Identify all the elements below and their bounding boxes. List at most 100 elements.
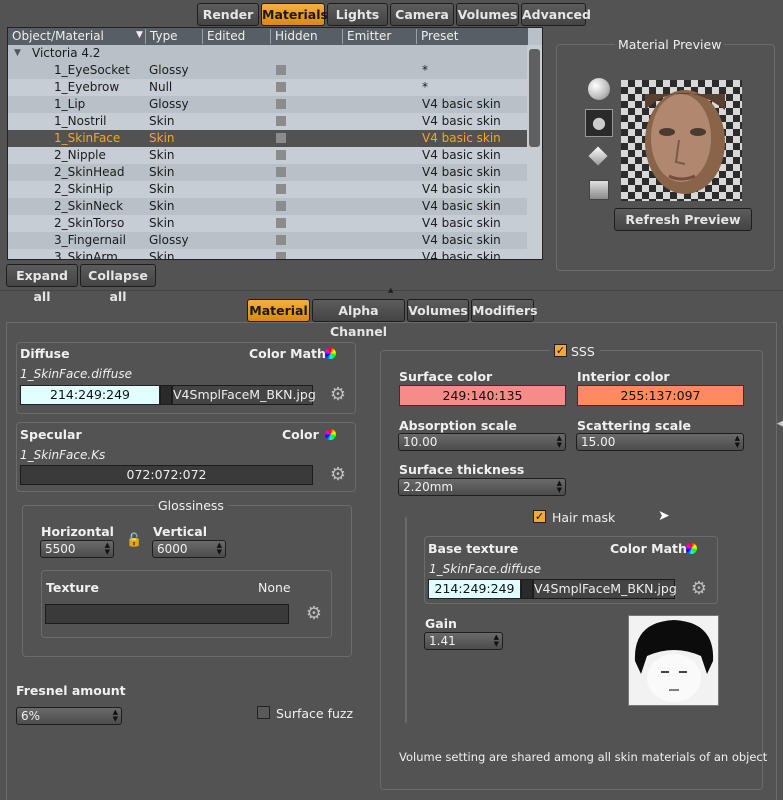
hair-mask-thumbnail: [628, 615, 719, 706]
table-row[interactable]: 1_Eyebrow Null *: [8, 79, 528, 96]
color-wheel-icon[interactable]: [325, 348, 336, 359]
hidden-checkbox[interactable]: [276, 218, 286, 228]
table-row-group[interactable]: ▼ Victoria 4.2: [8, 45, 528, 62]
surface-fuzz-checkbox[interactable]: [257, 706, 270, 719]
col-emitter[interactable]: Emitter: [342, 29, 416, 44]
base-texture-file-field[interactable]: V4SmplFaceM_BKN.jpg: [533, 579, 677, 599]
subtab-alpha-channel[interactable]: Alpha Channel: [312, 299, 405, 339]
spinner-arrows-icon[interactable]: ▲ ▼: [105, 542, 110, 556]
subtab-material[interactable]: Material: [247, 299, 310, 322]
hidden-checkbox[interactable]: [276, 184, 286, 194]
spinner-arrows-icon[interactable]: ▲ ▼: [217, 542, 222, 556]
col-hidden[interactable]: Hidden: [270, 29, 344, 44]
hair-mask-image-icon: [629, 616, 718, 705]
gain-spinner[interactable]: 1.41 ▲ ▼: [424, 632, 503, 650]
thickness-spinner[interactable]: 2.20mm ▲ ▼: [398, 478, 566, 496]
col-edited[interactable]: Edited: [202, 29, 272, 44]
table-row[interactable]: 3_Fingernail Glossy V4 basic skin: [8, 232, 528, 249]
expand-all-button[interactable]: Expand all: [6, 264, 78, 304]
tab-volumes[interactable]: Volumes: [456, 3, 519, 26]
diffuse-color-picker[interactable]: [160, 385, 172, 405]
collapse-all-button[interactable]: Collapse all: [80, 264, 156, 304]
hidden-checkbox[interactable]: [276, 201, 286, 211]
row-name: 1_Lip: [54, 97, 86, 111]
figure-preview-icon[interactable]: ●: [585, 109, 613, 137]
spinner-arrows-icon[interactable]: ▲ ▼: [557, 435, 562, 449]
spinner-arrows-icon[interactable]: ▲ ▼: [557, 480, 562, 494]
col-preset[interactable]: Preset: [416, 29, 528, 44]
scroll-thumb[interactable]: [529, 49, 540, 147]
table-row[interactable]: 2_SkinHead Skin V4 basic skin: [8, 164, 528, 181]
hair-mask-checkbox[interactable]: ✓: [533, 510, 546, 523]
sort-arrow-icon[interactable]: ▼: [132, 30, 143, 45]
tab-advanced[interactable]: Advanced: [521, 3, 591, 26]
base-texture-color-field[interactable]: 214:249:249: [428, 579, 521, 599]
sss-label[interactable]: SSS: [571, 344, 595, 359]
splitter-handle[interactable]: ▲: [388, 287, 394, 294]
table-row[interactable]: 3_SkinArm Skin V4 basic skin: [8, 249, 528, 259]
hidden-checkbox[interactable]: [276, 65, 286, 75]
color-wheel-icon[interactable]: [686, 543, 697, 554]
diffuse-color-field[interactable]: 214:249:249: [20, 385, 160, 405]
surface-color-field[interactable]: 249:140:135: [399, 385, 566, 406]
spinner-arrows-icon[interactable]: ▲ ▼: [735, 435, 740, 449]
tab-camera[interactable]: Camera: [390, 3, 454, 26]
table-row[interactable]: 1_EyeSocket Glossy *: [8, 62, 528, 79]
specular-gear-icon[interactable]: ⚙: [329, 466, 347, 484]
hidden-checkbox[interactable]: [276, 82, 286, 92]
surface-fuzz-label[interactable]: Surface fuzz: [276, 706, 353, 721]
table-row[interactable]: 2_SkinHip Skin V4 basic skin: [8, 181, 528, 198]
diffuse-texture-field[interactable]: V4SmplFaceM_BKN.jpg: [172, 385, 316, 405]
base-texture-gear-icon[interactable]: ⚙: [690, 580, 708, 598]
tab-lights[interactable]: Lights: [327, 3, 388, 26]
expand-triangle-icon[interactable]: ▼: [14, 48, 21, 58]
col-type[interactable]: Type: [145, 29, 207, 44]
tab-materials[interactable]: Materials: [261, 3, 328, 26]
horizontal-spinner[interactable]: 5500 ▲ ▼: [40, 540, 114, 558]
gloss-texture-field[interactable]: [45, 604, 289, 624]
base-texture-color-picker[interactable]: [521, 579, 533, 599]
vertical-spinner[interactable]: 6000 ▲ ▼: [152, 540, 226, 558]
color-wheel-icon[interactable]: [325, 429, 336, 440]
collapse-arrow-icon[interactable]: ◀: [777, 419, 783, 429]
lock-icon[interactable]: 🔓: [126, 534, 142, 547]
diffuse-gear-icon[interactable]: ⚙: [329, 386, 347, 404]
table-row[interactable]: 1_Nostril Skin V4 basic skin: [8, 113, 528, 130]
sss-checkbox[interactable]: ✓: [554, 344, 567, 357]
table-row[interactable]: 1_Lip Glossy V4 basic skin: [8, 96, 528, 113]
hidden-checkbox[interactable]: [276, 235, 286, 245]
diffuse-mode-label[interactable]: Color Math: [249, 346, 326, 361]
plane-icon[interactable]: [589, 180, 609, 200]
hidden-checkbox[interactable]: [276, 167, 286, 177]
spinner-arrows-icon[interactable]: ▲ ▼: [494, 634, 499, 648]
fresnel-spinner[interactable]: 6% ▲ ▼: [16, 707, 122, 725]
absorption-spinner[interactable]: 10.00 ▲ ▼: [398, 433, 566, 451]
absorption-value: 10.00: [403, 435, 438, 449]
table-row[interactable]: 2_SkinNeck Skin V4 basic skin: [8, 198, 528, 215]
table-row[interactable]: 2_SkinTorso Skin V4 basic skin: [8, 215, 528, 232]
hidden-checkbox[interactable]: [276, 116, 286, 126]
hidden-checkbox[interactable]: [276, 150, 286, 160]
spinner-arrows-icon[interactable]: ▲ ▼: [113, 709, 118, 723]
tab-render[interactable]: Render: [197, 3, 259, 26]
scattering-spinner[interactable]: 15.00 ▲ ▼: [576, 433, 744, 451]
table-row[interactable]: 1_SkinFace Skin V4 basic skin: [8, 130, 528, 147]
base-texture-mode-label[interactable]: Color Math: [610, 541, 687, 556]
row-type: Null: [149, 80, 173, 94]
subtab-modifiers[interactable]: Modifiers: [471, 299, 538, 322]
table-row[interactable]: 2_Nipple Skin V4 basic skin: [8, 147, 528, 164]
table-scrollbar[interactable]: [527, 45, 542, 259]
sphere-icon[interactable]: [588, 78, 610, 100]
col-object-material[interactable]: Object/Material: [8, 29, 146, 44]
hidden-checkbox[interactable]: [276, 99, 286, 109]
hair-mask-label[interactable]: Hair mask: [552, 510, 615, 525]
hidden-checkbox[interactable]: [276, 133, 286, 143]
subtab-volumes[interactable]: Volumes: [407, 299, 469, 322]
refresh-preview-button[interactable]: Refresh Preview: [614, 208, 752, 231]
diffuse-source: 1_SkinFace.diffuse: [20, 367, 133, 381]
gloss-texture-gear-icon[interactable]: ⚙: [305, 605, 323, 623]
hidden-checkbox[interactable]: [276, 252, 286, 259]
specular-color-field[interactable]: 072:072:072: [20, 465, 313, 485]
interior-color-field[interactable]: 255:137:097: [577, 385, 744, 406]
specular-mode-label[interactable]: Color: [282, 427, 319, 442]
